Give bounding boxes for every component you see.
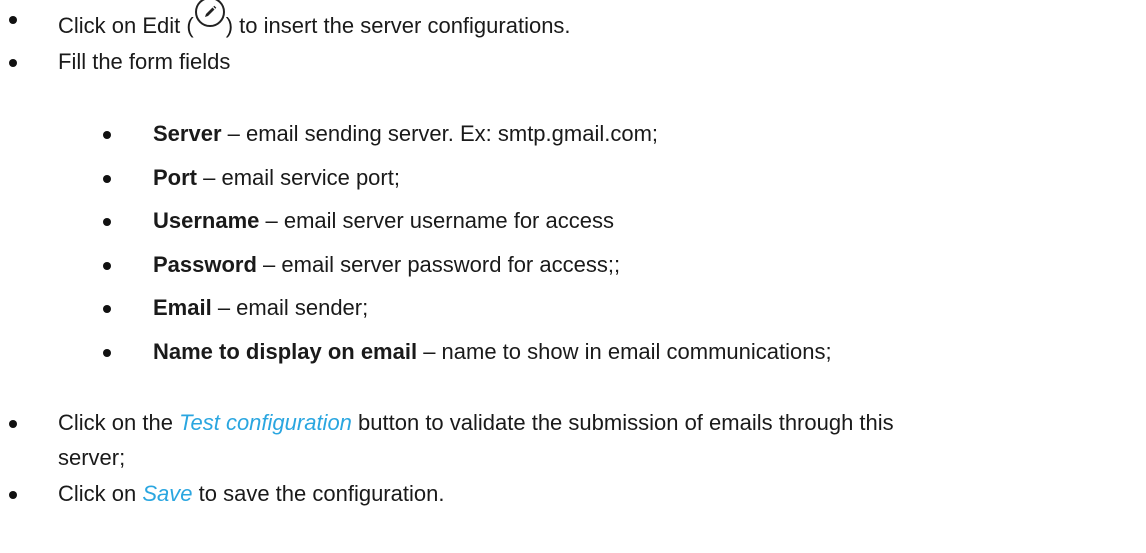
bullet [103, 218, 111, 226]
step-click-edit-before: Click on Edit ( [58, 13, 194, 38]
field-username: Username – email server username for acc… [153, 208, 614, 234]
bullet [9, 491, 17, 499]
step-test-configuration: Click on the Test configuration button t… [58, 410, 894, 436]
field-server: Server – email sending server. Ex: smtp.… [153, 121, 658, 147]
save-link[interactable]: Save [142, 481, 192, 506]
bullet [103, 175, 111, 183]
bullet [103, 262, 111, 270]
step-save-after: to save the configuration. [192, 481, 445, 506]
step-save-before: Click on [58, 481, 143, 506]
step-click-edit-after: ) to insert the server configurations. [225, 13, 571, 38]
field-name: Port [153, 165, 197, 190]
field-desc: – email server username for access [259, 208, 614, 233]
test-configuration-link[interactable]: Test configuration [179, 410, 352, 435]
field-name: Username [153, 208, 260, 233]
bullet [9, 420, 17, 428]
field-desc: – email server password for access;; [256, 252, 621, 277]
bullet [103, 349, 111, 357]
field-email: Email – email sender; [153, 295, 368, 321]
step-test-after: button to validate the submission of ema… [351, 410, 894, 435]
field-desc: – email service port; [197, 165, 400, 190]
field-password: Password – email server password for acc… [153, 252, 620, 278]
bullet [9, 59, 17, 67]
bullet [103, 131, 111, 139]
bullet [103, 305, 111, 313]
field-name: Server [153, 121, 222, 146]
step-save: Click on Save to save the configuration. [58, 481, 444, 507]
bullet [9, 16, 17, 24]
field-desc: – name to show in email communications; [417, 339, 832, 364]
field-name: Password [153, 252, 257, 277]
field-display-name: Name to display on email – name to show … [153, 339, 832, 365]
field-name: Name to display on email [153, 339, 418, 364]
pencil-edit-icon [194, 0, 225, 27]
field-name: Email [153, 295, 212, 320]
step-test-before: Click on the [58, 410, 180, 435]
field-port: Port – email service port; [153, 165, 400, 191]
step-fill-form: Fill the form fields [58, 49, 231, 74]
field-desc: – email sending server. Ex: smtp.gmail.c… [221, 121, 659, 146]
field-desc: – email sender; [211, 295, 369, 320]
step-test-continuation: server; [58, 445, 126, 470]
step-click-edit: Click on Edit ( ) to insert the server co… [58, 0, 571, 39]
